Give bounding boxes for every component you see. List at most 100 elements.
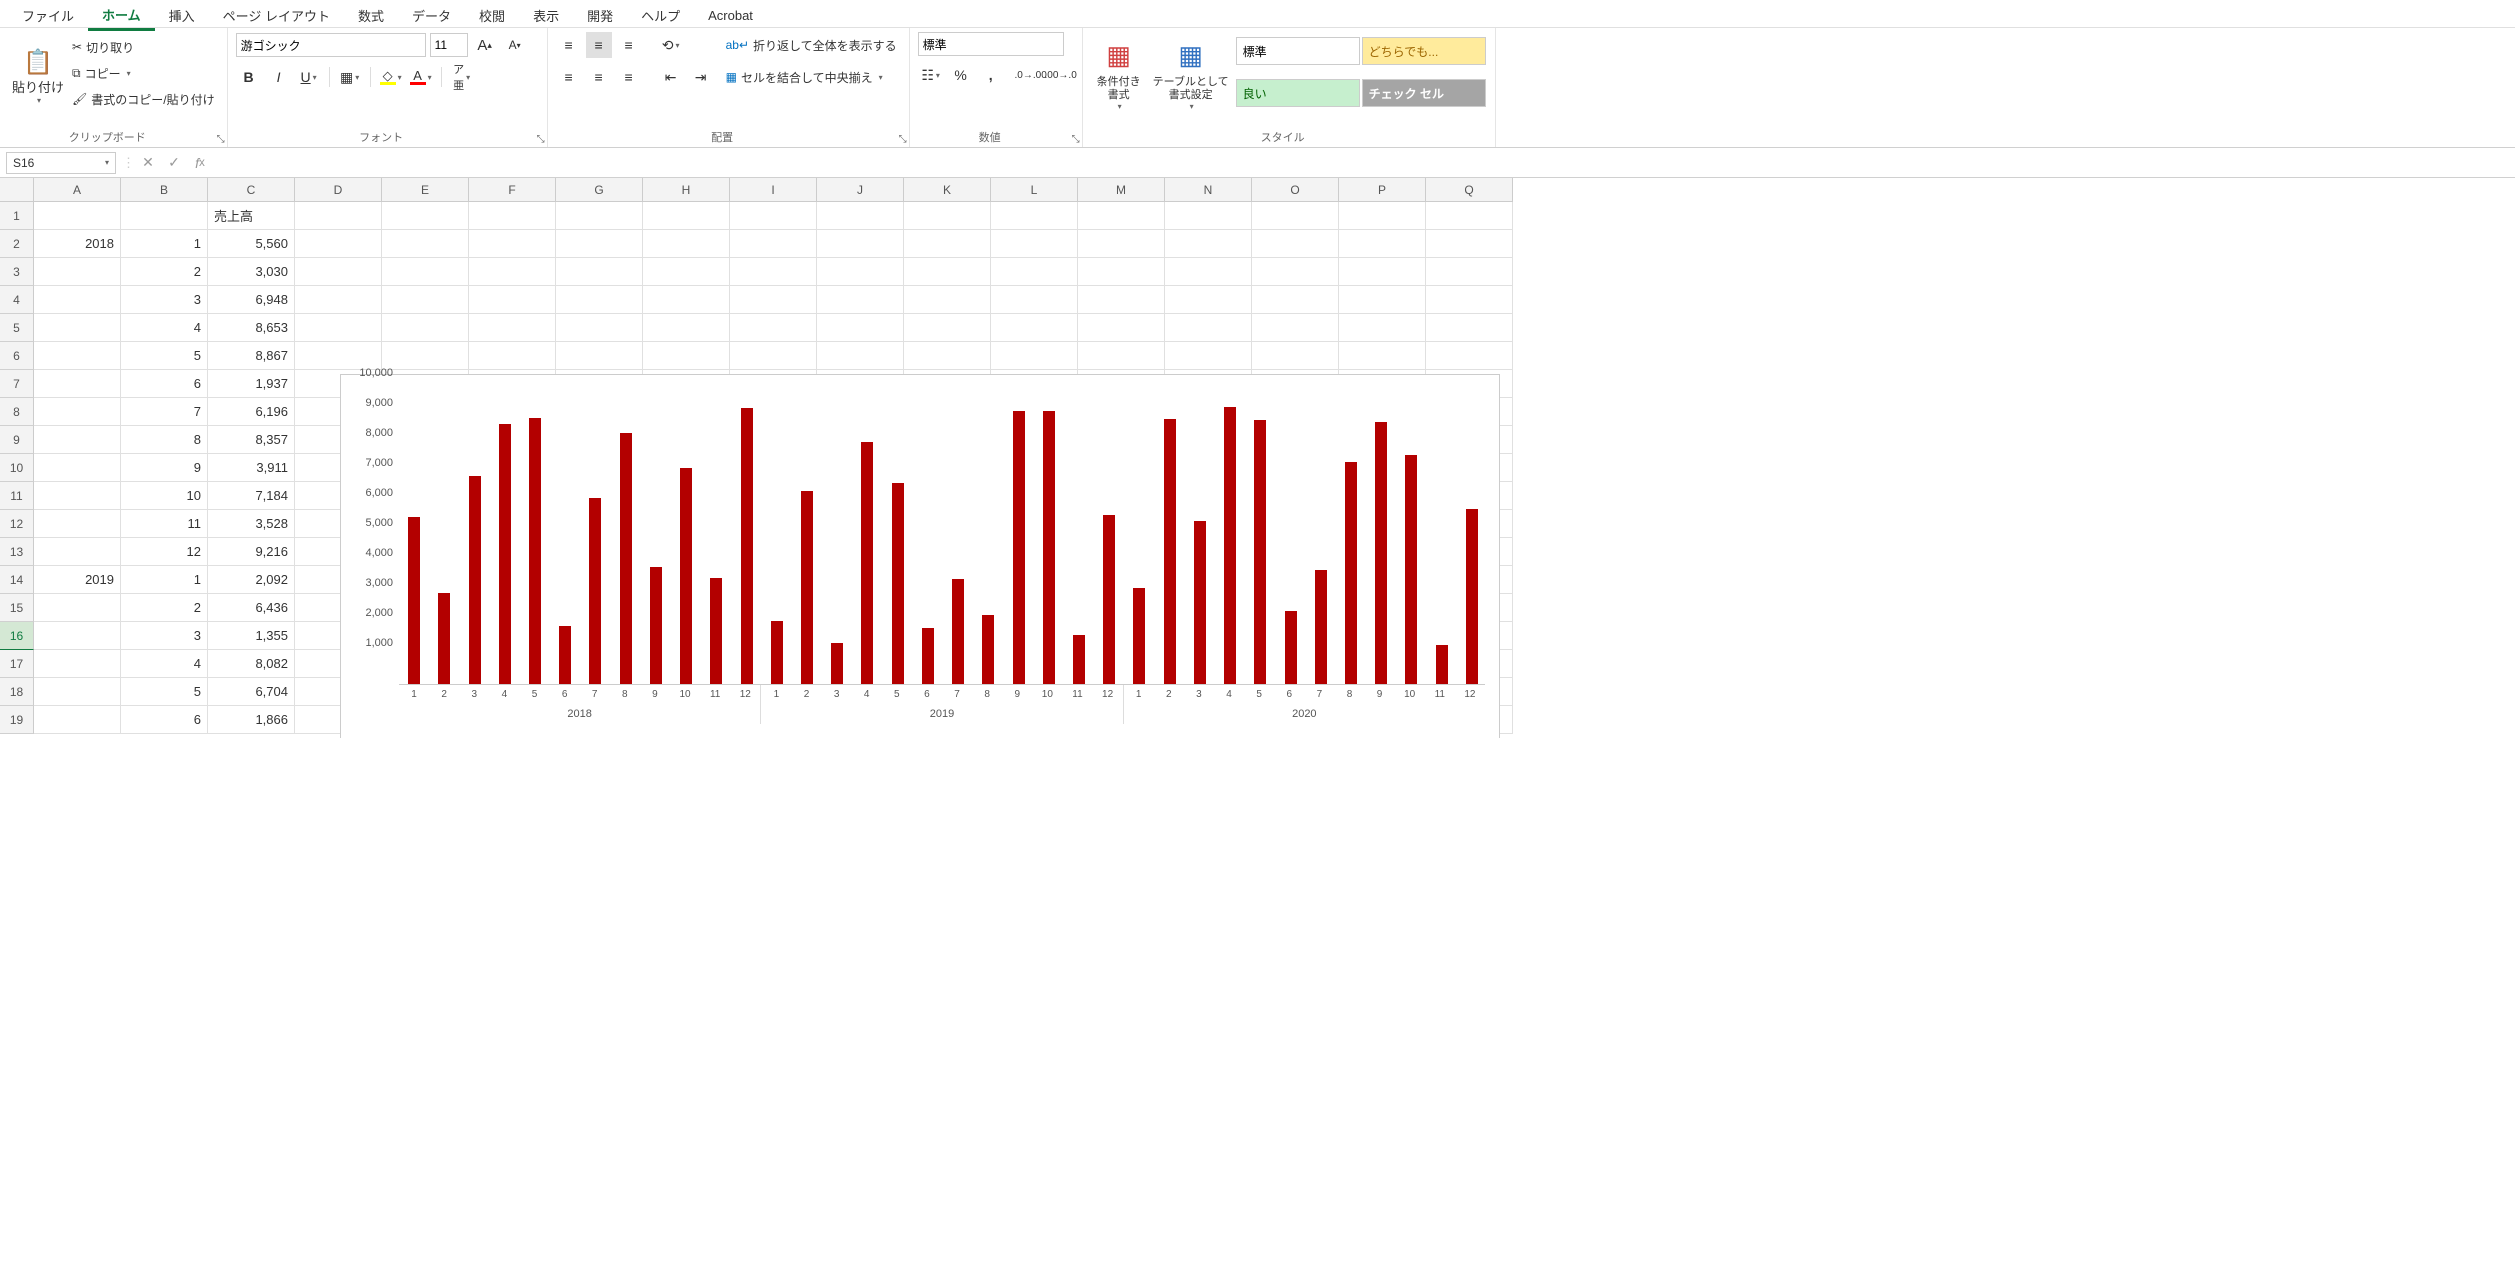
wrap-text-button[interactable]: ab↵ 折り返して全体を表示する [722, 32, 901, 58]
cell[interactable]: 2019 [34, 566, 121, 594]
cell[interactable]: 1 [121, 566, 208, 594]
cell[interactable] [904, 342, 991, 370]
select-all-corner[interactable] [0, 178, 34, 202]
column-header[interactable]: C [208, 178, 295, 202]
cell[interactable] [904, 314, 991, 342]
font-size-select[interactable] [430, 33, 468, 57]
paste-button[interactable]: 📋 貼り付け ▾ [8, 32, 68, 120]
cell[interactable] [382, 230, 469, 258]
dialog-launcher-icon[interactable]: ⤡ [1072, 134, 1080, 145]
cell[interactable] [904, 202, 991, 230]
format-as-table-button[interactable]: ▦ テーブルとして 書式設定 ▾ [1147, 32, 1235, 120]
ribbon-tab-校閲[interactable]: 校閲 [465, 2, 519, 29]
cell[interactable]: 1,866 [208, 706, 295, 734]
cell[interactable] [34, 258, 121, 286]
decrease-indent-button[interactable]: ⇤ [658, 64, 684, 90]
cell[interactable] [991, 230, 1078, 258]
cell[interactable] [817, 230, 904, 258]
cell[interactable]: 5 [121, 342, 208, 370]
column-header[interactable]: N [1165, 178, 1252, 202]
cell[interactable]: 2,092 [208, 566, 295, 594]
align-bottom-button[interactable]: ≡ [616, 32, 642, 58]
row-header[interactable]: 7 [0, 370, 34, 398]
cell[interactable]: 7 [121, 398, 208, 426]
cell[interactable]: 4 [121, 314, 208, 342]
cell[interactable] [295, 230, 382, 258]
row-header[interactable]: 1 [0, 202, 34, 230]
worksheet-grid[interactable]: ABCDEFGHIJKLMNOPQ 1234567891011121314151… [0, 178, 2515, 738]
cell[interactable] [1339, 314, 1426, 342]
ribbon-tab-表示[interactable]: 表示 [519, 2, 573, 29]
cell[interactable]: 8 [121, 426, 208, 454]
cell[interactable] [1426, 314, 1513, 342]
column-header[interactable]: D [295, 178, 382, 202]
cell[interactable] [34, 482, 121, 510]
cell[interactable] [34, 342, 121, 370]
cell[interactable] [34, 650, 121, 678]
cell[interactable]: 6,704 [208, 678, 295, 706]
cell[interactable]: 8,082 [208, 650, 295, 678]
cell[interactable] [1339, 230, 1426, 258]
row-header[interactable]: 10 [0, 454, 34, 482]
style-cell[interactable]: どちらでも... [1362, 37, 1486, 65]
row-header[interactable]: 5 [0, 314, 34, 342]
cell[interactable] [1426, 286, 1513, 314]
row-header[interactable]: 18 [0, 678, 34, 706]
cell[interactable]: 2018 [34, 230, 121, 258]
cell[interactable] [904, 230, 991, 258]
cell[interactable] [817, 342, 904, 370]
cell[interactable]: 3 [121, 286, 208, 314]
row-header[interactable]: 6 [0, 342, 34, 370]
column-header[interactable]: E [382, 178, 469, 202]
cell[interactable] [991, 258, 1078, 286]
cell[interactable] [817, 286, 904, 314]
underline-button[interactable]: U▾ [296, 64, 322, 90]
embedded-chart[interactable]: 1,0002,0003,0004,0005,0006,0007,0008,000… [340, 374, 1500, 738]
dialog-launcher-icon[interactable]: ⤡ [537, 134, 545, 145]
column-header[interactable]: Q [1426, 178, 1513, 202]
cell[interactable]: 3,528 [208, 510, 295, 538]
cell[interactable] [730, 342, 817, 370]
row-header[interactable]: 8 [0, 398, 34, 426]
row-header[interactable]: 16 [0, 622, 34, 650]
cell[interactable]: 8,653 [208, 314, 295, 342]
cell[interactable] [295, 342, 382, 370]
column-header[interactable]: P [1339, 178, 1426, 202]
cell[interactable] [730, 286, 817, 314]
cell[interactable] [730, 258, 817, 286]
cell[interactable] [469, 230, 556, 258]
decrease-decimal-button[interactable]: .00→.0 [1048, 62, 1074, 88]
cell[interactable] [34, 510, 121, 538]
cell[interactable] [1252, 258, 1339, 286]
cell[interactable] [469, 314, 556, 342]
phonetic-button[interactable]: ア亜▾ [449, 64, 475, 90]
cell[interactable] [1165, 286, 1252, 314]
cell[interactable]: 4 [121, 650, 208, 678]
cell[interactable] [1078, 314, 1165, 342]
cell[interactable] [382, 202, 469, 230]
cell[interactable] [34, 426, 121, 454]
align-right-button[interactable]: ≡ [616, 64, 642, 90]
ribbon-tab-Acrobat[interactable]: Acrobat [694, 4, 767, 27]
column-header[interactable]: A [34, 178, 121, 202]
row-header[interactable]: 19 [0, 706, 34, 734]
cell[interactable] [34, 454, 121, 482]
cell[interactable] [991, 314, 1078, 342]
fill-color-button[interactable]: ◇▾ [378, 64, 404, 90]
cell[interactable] [1426, 230, 1513, 258]
cell[interactable] [817, 314, 904, 342]
comma-button[interactable]: , [978, 62, 1004, 88]
cell[interactable] [1252, 342, 1339, 370]
cell[interactable] [382, 286, 469, 314]
row-header[interactable]: 15 [0, 594, 34, 622]
cell[interactable] [643, 258, 730, 286]
cell[interactable] [34, 706, 121, 734]
cell[interactable] [34, 594, 121, 622]
cell[interactable] [643, 230, 730, 258]
cell[interactable] [1078, 258, 1165, 286]
conditional-formatting-button[interactable]: ▦ 条件付き 書式 ▾ [1091, 32, 1147, 120]
column-header[interactable]: I [730, 178, 817, 202]
cell[interactable]: 9,216 [208, 538, 295, 566]
cell[interactable]: 3,911 [208, 454, 295, 482]
cell[interactable] [34, 370, 121, 398]
